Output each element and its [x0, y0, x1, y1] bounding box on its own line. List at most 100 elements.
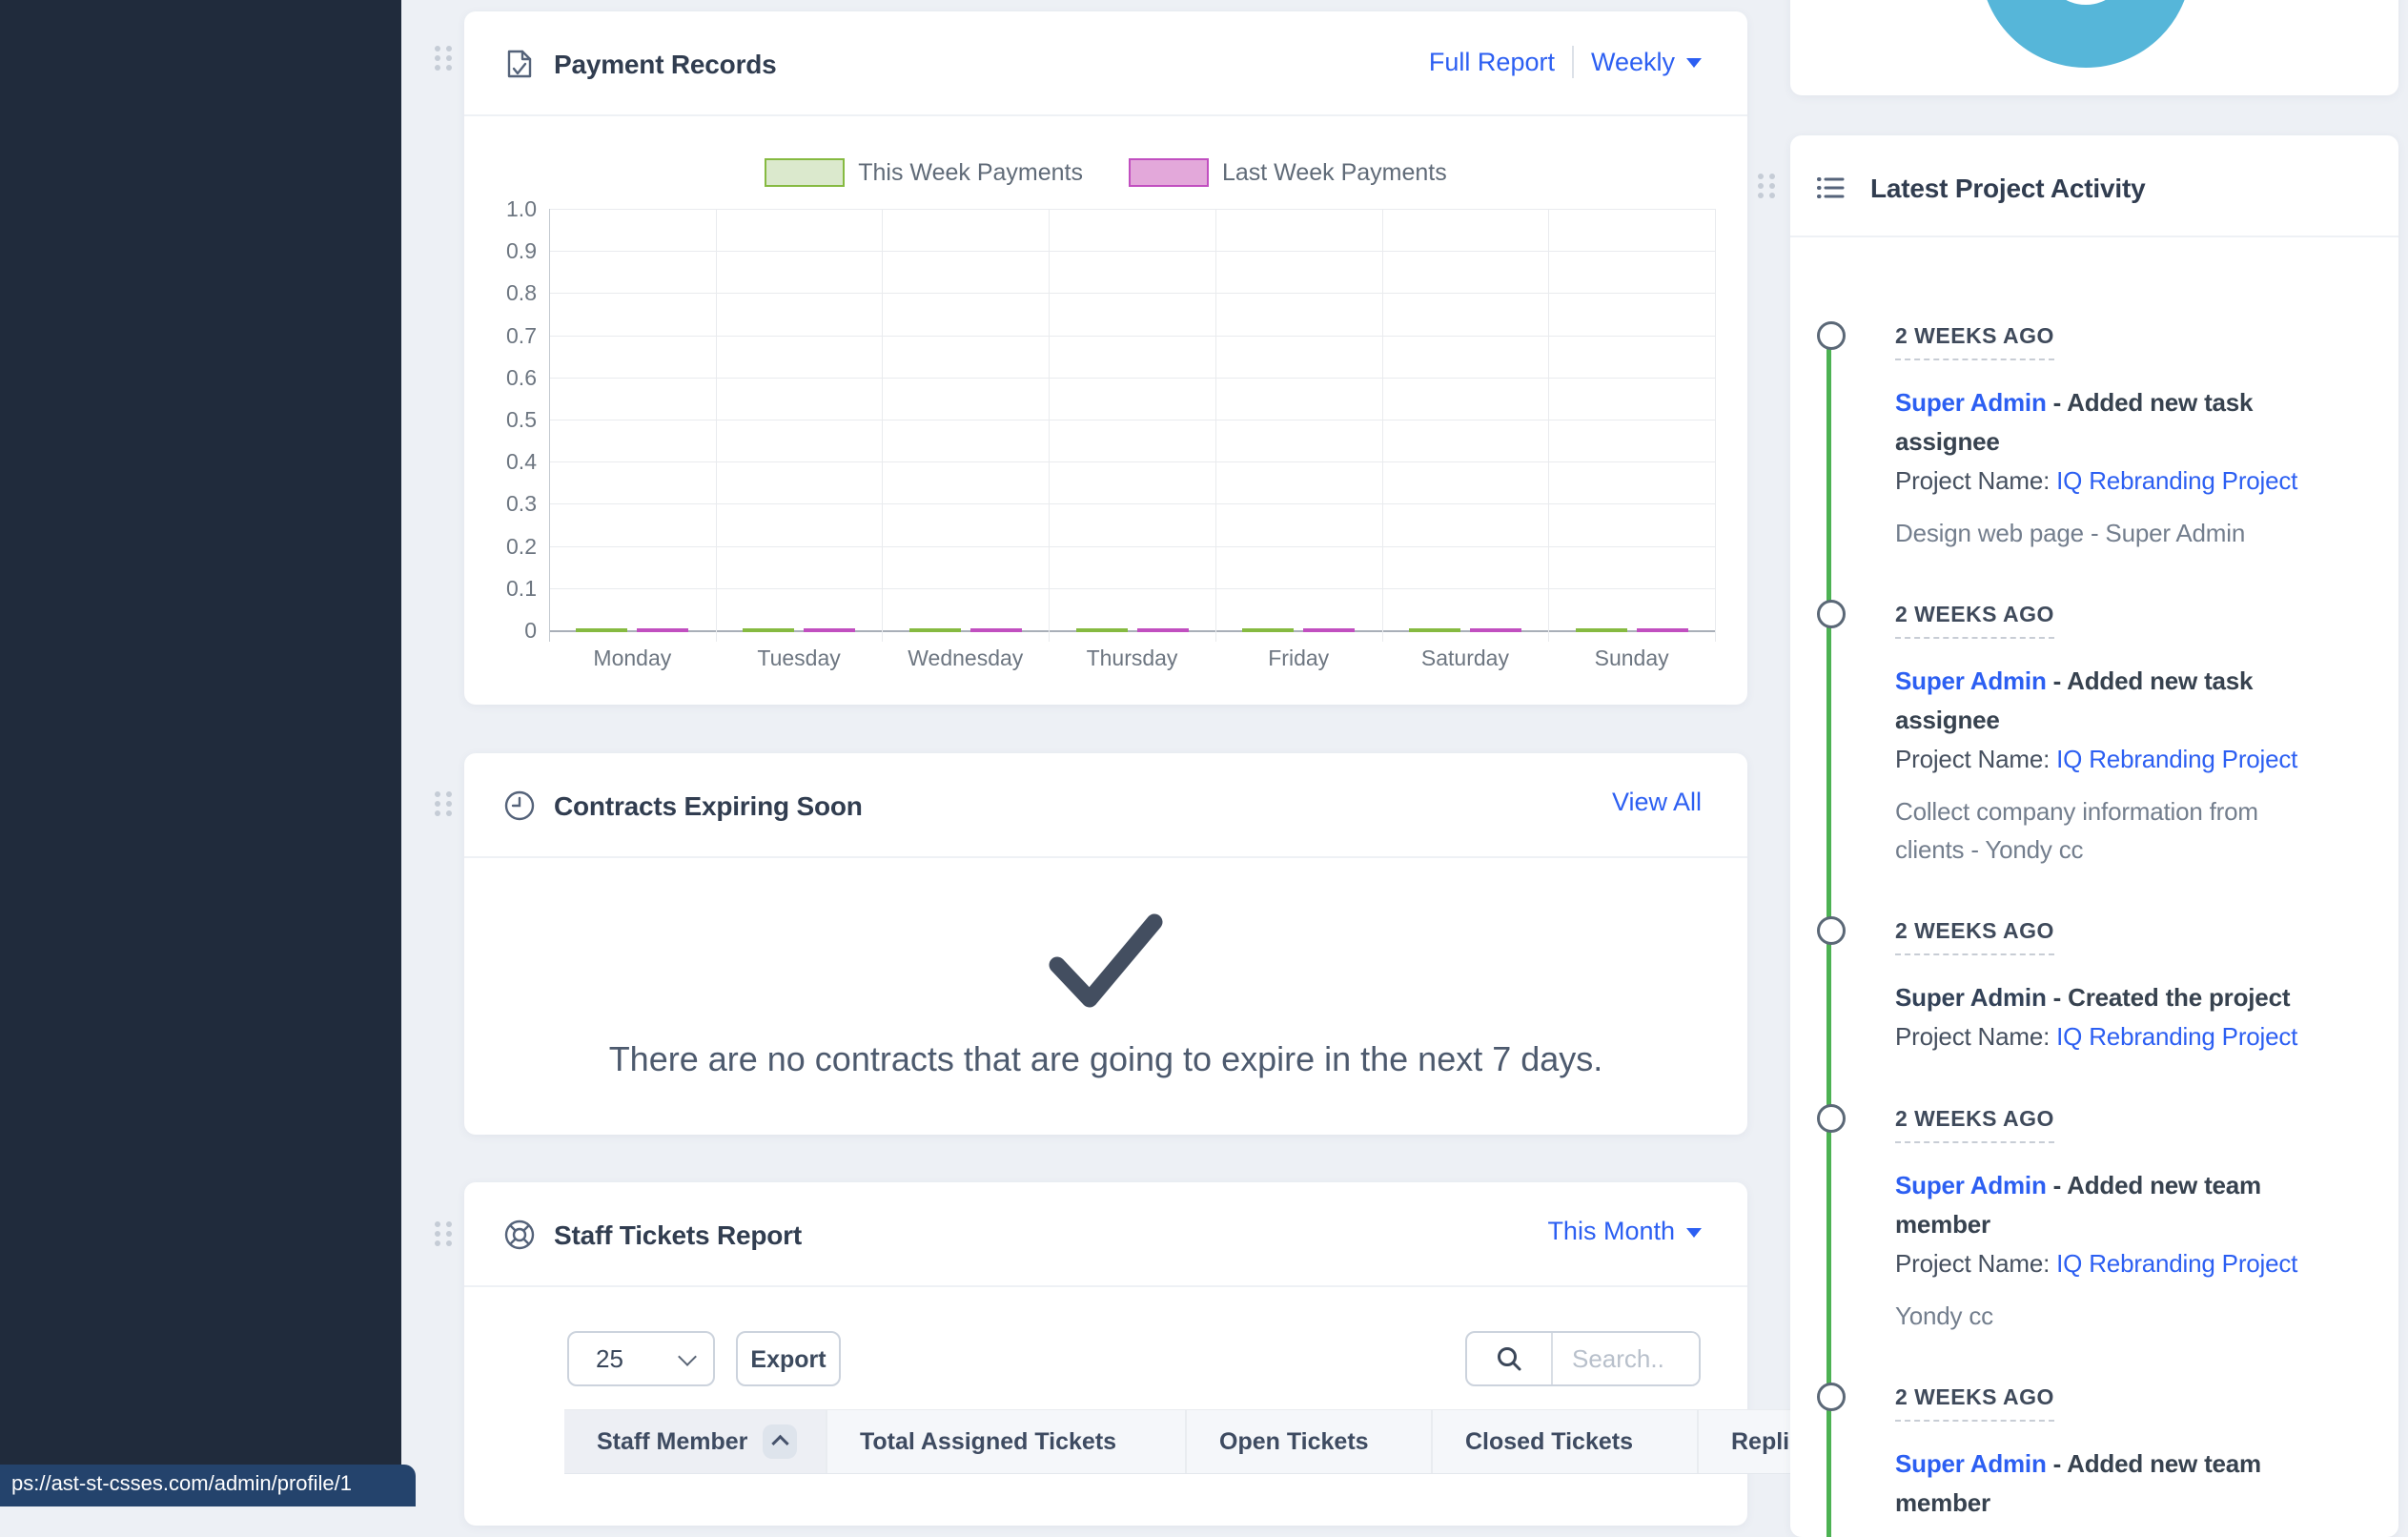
- activity-entry: 2 WEEKS AGOSuper Admin - Added new team …: [1895, 1106, 2324, 1335]
- y-axis-tick-label: 0.6: [468, 365, 537, 391]
- full-report-link[interactable]: Full Report: [1429, 48, 1555, 77]
- browser-status-bar: ps://ast-st-csses.com/admin/profile/1: [0, 1465, 416, 1506]
- x-axis-tick-label: Friday: [1215, 646, 1381, 671]
- payments-chart: This Week PaymentsLast Week Payments1.00…: [464, 114, 1747, 705]
- search-input[interactable]: [1553, 1333, 1699, 1384]
- gridline-vertical: [1548, 209, 1549, 642]
- search-icon[interactable]: [1467, 1333, 1553, 1384]
- x-axis-tick-label: Saturday: [1382, 646, 1548, 671]
- empty-state-message: There are no contracts that are going to…: [464, 1039, 1747, 1079]
- series-bar-last-week: [1470, 628, 1521, 632]
- gridline-vertical: [882, 209, 883, 642]
- timeline-dot: [1817, 1383, 1846, 1411]
- search-group: [1465, 1331, 1701, 1386]
- activity-entry: 2 WEEKS AGO Super Admin - Added new task …: [1895, 323, 2324, 552]
- gridline-vertical: [1382, 209, 1383, 642]
- gridline-horizontal: [549, 336, 1715, 337]
- column-label: Open Tickets: [1219, 1428, 1369, 1456]
- activity-project-line: Project Name: IQ Rebranding Project: [1895, 740, 2324, 779]
- payment-records-header: Payment Records Full Report Weekly: [464, 11, 1747, 116]
- column-label: Closed Tickets: [1465, 1428, 1633, 1456]
- card-title: Latest Project Activity: [1870, 174, 2145, 204]
- y-axis-tick-label: 0.2: [468, 534, 537, 560]
- gridline-vertical: [1715, 209, 1716, 642]
- drag-handle-icon[interactable]: [1758, 174, 1775, 200]
- view-all-link[interactable]: View All: [1612, 788, 1702, 817]
- sort-indicator[interactable]: [763, 1424, 797, 1459]
- activity-entry: 2 WEEKS AGOSuper Admin - Created the pro…: [1895, 918, 2324, 1056]
- legend-label: This Week Payments: [858, 159, 1083, 187]
- timeline-dot: [1817, 1104, 1846, 1133]
- chevron-down-icon: [1686, 58, 1702, 75]
- table-column-header[interactable]: Total Assigned Tickets: [827, 1410, 1187, 1473]
- table-column-header[interactable]: Staff Member: [564, 1410, 827, 1473]
- contracts-expiring-card: Contracts Expiring Soon View All There a…: [464, 753, 1747, 1135]
- series-bar-this-week: [1242, 628, 1294, 632]
- period-dropdown[interactable]: Weekly: [1591, 48, 1702, 77]
- drag-handle-icon[interactable]: [435, 1221, 452, 1248]
- drag-handle-icon[interactable]: [435, 791, 452, 818]
- series-bar-this-week: [1576, 628, 1627, 632]
- period-dropdown[interactable]: This Month: [1547, 1217, 1702, 1246]
- actor-link[interactable]: Super Admin: [1895, 1171, 2047, 1199]
- table-column-header[interactable]: Open Tickets: [1187, 1410, 1433, 1473]
- gridline-vertical: [549, 209, 550, 642]
- series-bar-last-week: [1637, 628, 1688, 632]
- activity-project-line: Project Name: IQ Rebranding Project: [1895, 461, 2324, 501]
- timeline-dot: [1817, 600, 1846, 628]
- x-axis-tick-label: Tuesday: [716, 646, 882, 671]
- actor-link[interactable]: Super Admin: [1895, 388, 2047, 417]
- drag-handle-icon[interactable]: [435, 46, 452, 72]
- activity-entry: 2 WEEKS AGO Super Admin - Added new task …: [1895, 602, 2324, 869]
- activity-timestamp: 2 WEEKS AGO: [1895, 602, 2054, 639]
- series-bar-last-week: [1303, 628, 1355, 632]
- project-link[interactable]: IQ Rebranding Project: [2056, 466, 2297, 495]
- actor-link[interactable]: Super Admin: [1895, 983, 2047, 1012]
- legend-swatch: [1129, 158, 1209, 187]
- table-column-header[interactable]: Closed Tickets: [1433, 1410, 1699, 1473]
- project-link[interactable]: IQ Rebranding Project: [2056, 1022, 2297, 1051]
- gridline-horizontal: [549, 588, 1715, 589]
- contracts-header: Contracts Expiring Soon View All: [464, 753, 1747, 858]
- activity-detail: Design web page - Super Admin: [1895, 514, 2324, 552]
- gridline-vertical: [716, 209, 717, 642]
- actor-link[interactable]: Super Admin: [1895, 666, 2047, 695]
- gridline-horizontal: [549, 293, 1715, 294]
- card-title: Contracts Expiring Soon: [554, 791, 863, 822]
- activity-project-line: Project Name: IQ Rebranding Project: [1895, 1244, 2324, 1283]
- life-ring-icon: [503, 1219, 536, 1251]
- activity-headline: Super Admin - Added new task assignee: [1895, 383, 2324, 461]
- activity-timestamp: 2 WEEKS AGO: [1895, 323, 2054, 360]
- donut-widget-card: [1790, 0, 2398, 95]
- divider: [1572, 46, 1574, 78]
- activity-timestamp: 2 WEEKS AGO: [1895, 1384, 2054, 1422]
- actor-link[interactable]: Super Admin: [1895, 1449, 2047, 1478]
- gridline-horizontal: [549, 378, 1715, 379]
- card-title: Staff Tickets Report: [554, 1220, 802, 1251]
- chevron-up-icon: [771, 1434, 788, 1451]
- success-check-icon: [1048, 913, 1164, 1015]
- activity-action: - Created the project: [2053, 983, 2291, 1012]
- activity-entry: 2 WEEKS AGOSuper Admin - Added new team …: [1895, 1384, 2324, 1523]
- page-size-select[interactable]: 25: [567, 1331, 715, 1386]
- activity-headline: Super Admin - Created the project: [1895, 978, 2324, 1017]
- staff-tickets-header: Staff Tickets Report This Month: [464, 1182, 1747, 1287]
- series-bar-this-week: [909, 628, 961, 632]
- y-axis-tick-label: 0.1: [468, 576, 537, 602]
- activity-detail: Yondy cc: [1895, 1297, 2324, 1335]
- export-button[interactable]: Export: [736, 1331, 841, 1386]
- y-axis-tick-label: 0.9: [468, 238, 537, 264]
- project-link[interactable]: IQ Rebranding Project: [2056, 1249, 2297, 1278]
- legend-item: Last Week Payments: [1129, 158, 1447, 187]
- project-link[interactable]: IQ Rebranding Project: [2056, 745, 2297, 773]
- y-axis-tick-label: 0.8: [468, 280, 537, 306]
- y-axis-tick-label: 0.5: [468, 407, 537, 433]
- staff-tickets-card: Staff Tickets Report This Month 25 Expor…: [464, 1182, 1747, 1526]
- card-title: Payment Records: [554, 50, 777, 80]
- column-label: Total Assigned Tickets: [860, 1428, 1116, 1456]
- series-bar-last-week: [1137, 628, 1189, 632]
- activity-headline: Super Admin - Added new task assignee: [1895, 662, 2324, 740]
- gridline-horizontal: [549, 209, 1715, 210]
- gridline-horizontal: [549, 630, 1715, 632]
- gridline-vertical: [1049, 209, 1050, 642]
